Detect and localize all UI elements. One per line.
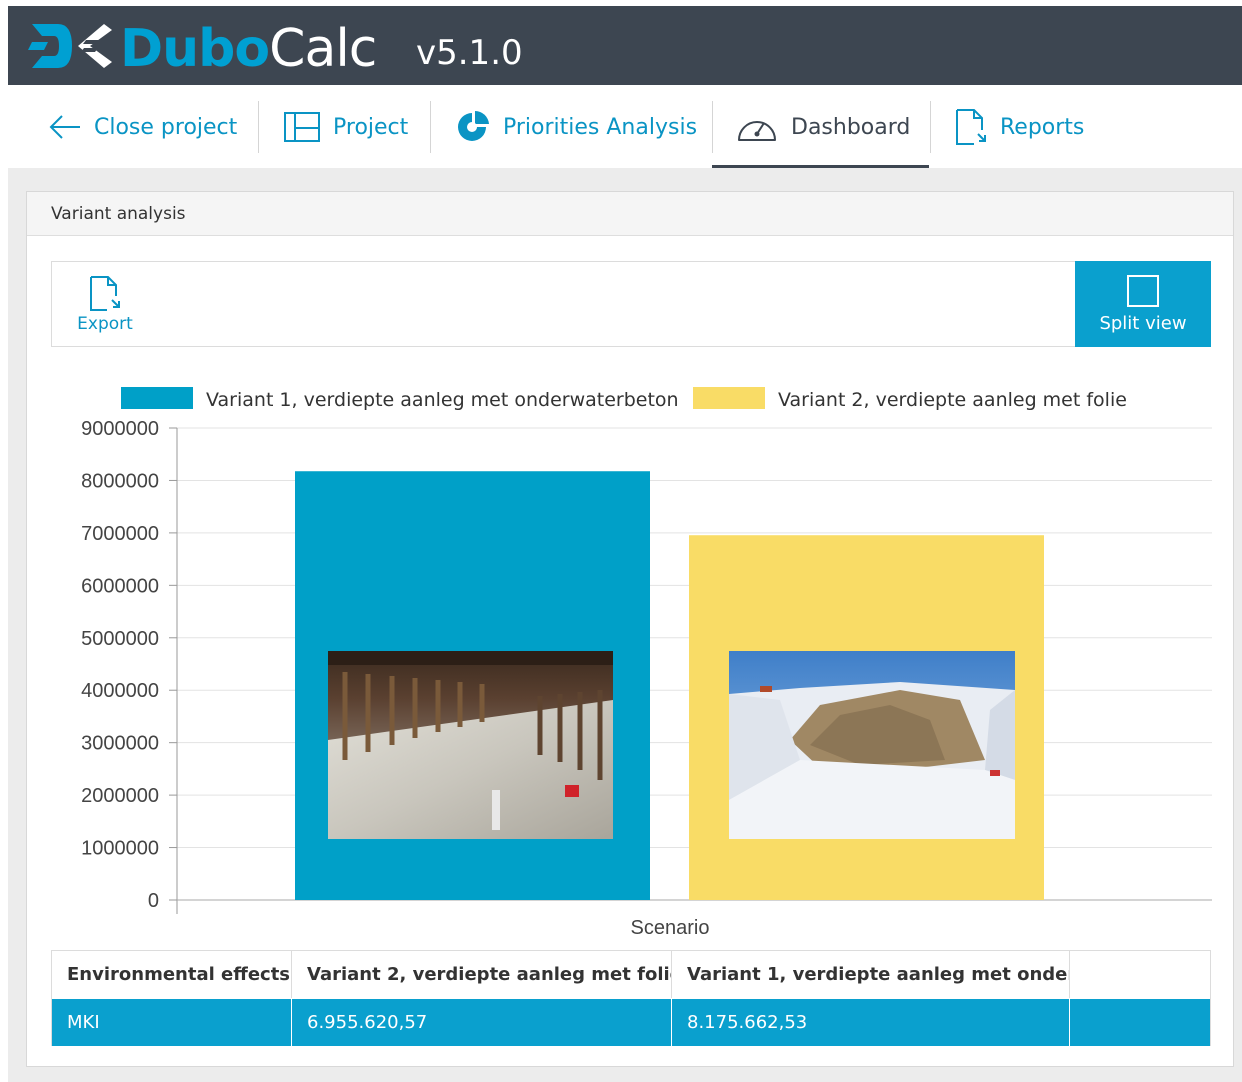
y-tick-label: 2000000: [81, 785, 159, 807]
variant-2-photo: [729, 651, 1015, 839]
variant-1-photo: [328, 651, 613, 839]
legend-swatch-variant-1: [121, 387, 193, 409]
y-tick-label: 0: [148, 890, 159, 912]
y-tick-label: 6000000: [81, 575, 159, 597]
y-tick-label: 7000000: [81, 523, 159, 545]
table-header-cell: Environmental effects: [52, 951, 292, 998]
chart-legend: Variant 1, verdiepte aanleg met onderwat…: [121, 387, 1127, 411]
table-header-cell: Variant 1, verdiepte aanleg met onderwat…: [672, 951, 1070, 998]
legend-label-variant-2: Variant 2, verdiepte aanleg met folie: [778, 389, 1127, 411]
legend-label-variant-1: Variant 1, verdiepte aanleg met onderwat…: [206, 389, 679, 411]
table-header-cell: Variant 2, verdiepte aanleg met folie: [292, 951, 672, 998]
x-axis-title: Scenario: [631, 917, 710, 939]
results-table: Environmental effects Variant 2, verdiep…: [51, 950, 1211, 1046]
y-tick-label: 5000000: [81, 628, 159, 650]
y-tick-label: 4000000: [81, 680, 159, 702]
variant-bar-chart: 0 1000000 2000000 3000000 4000000 5000000 6000…: [81, 387, 1212, 939]
chart-y-axis: 0 1000000 2000000 3000000 4000000 5000000 6000…: [81, 418, 177, 912]
table-cell: [1070, 999, 1210, 1046]
table-cell: 8.175.662,53: [672, 999, 1070, 1046]
table-row-label: MKI: [52, 999, 292, 1046]
y-tick-label: 8000000: [81, 470, 159, 492]
y-tick-label: 3000000: [81, 733, 159, 755]
y-tick-label: 9000000: [81, 418, 159, 440]
table-cell: 6.955.620,57: [292, 999, 672, 1046]
legend-swatch-variant-2: [693, 387, 765, 409]
y-tick-label: 1000000: [81, 838, 159, 860]
table-header-cell: [1070, 951, 1210, 998]
